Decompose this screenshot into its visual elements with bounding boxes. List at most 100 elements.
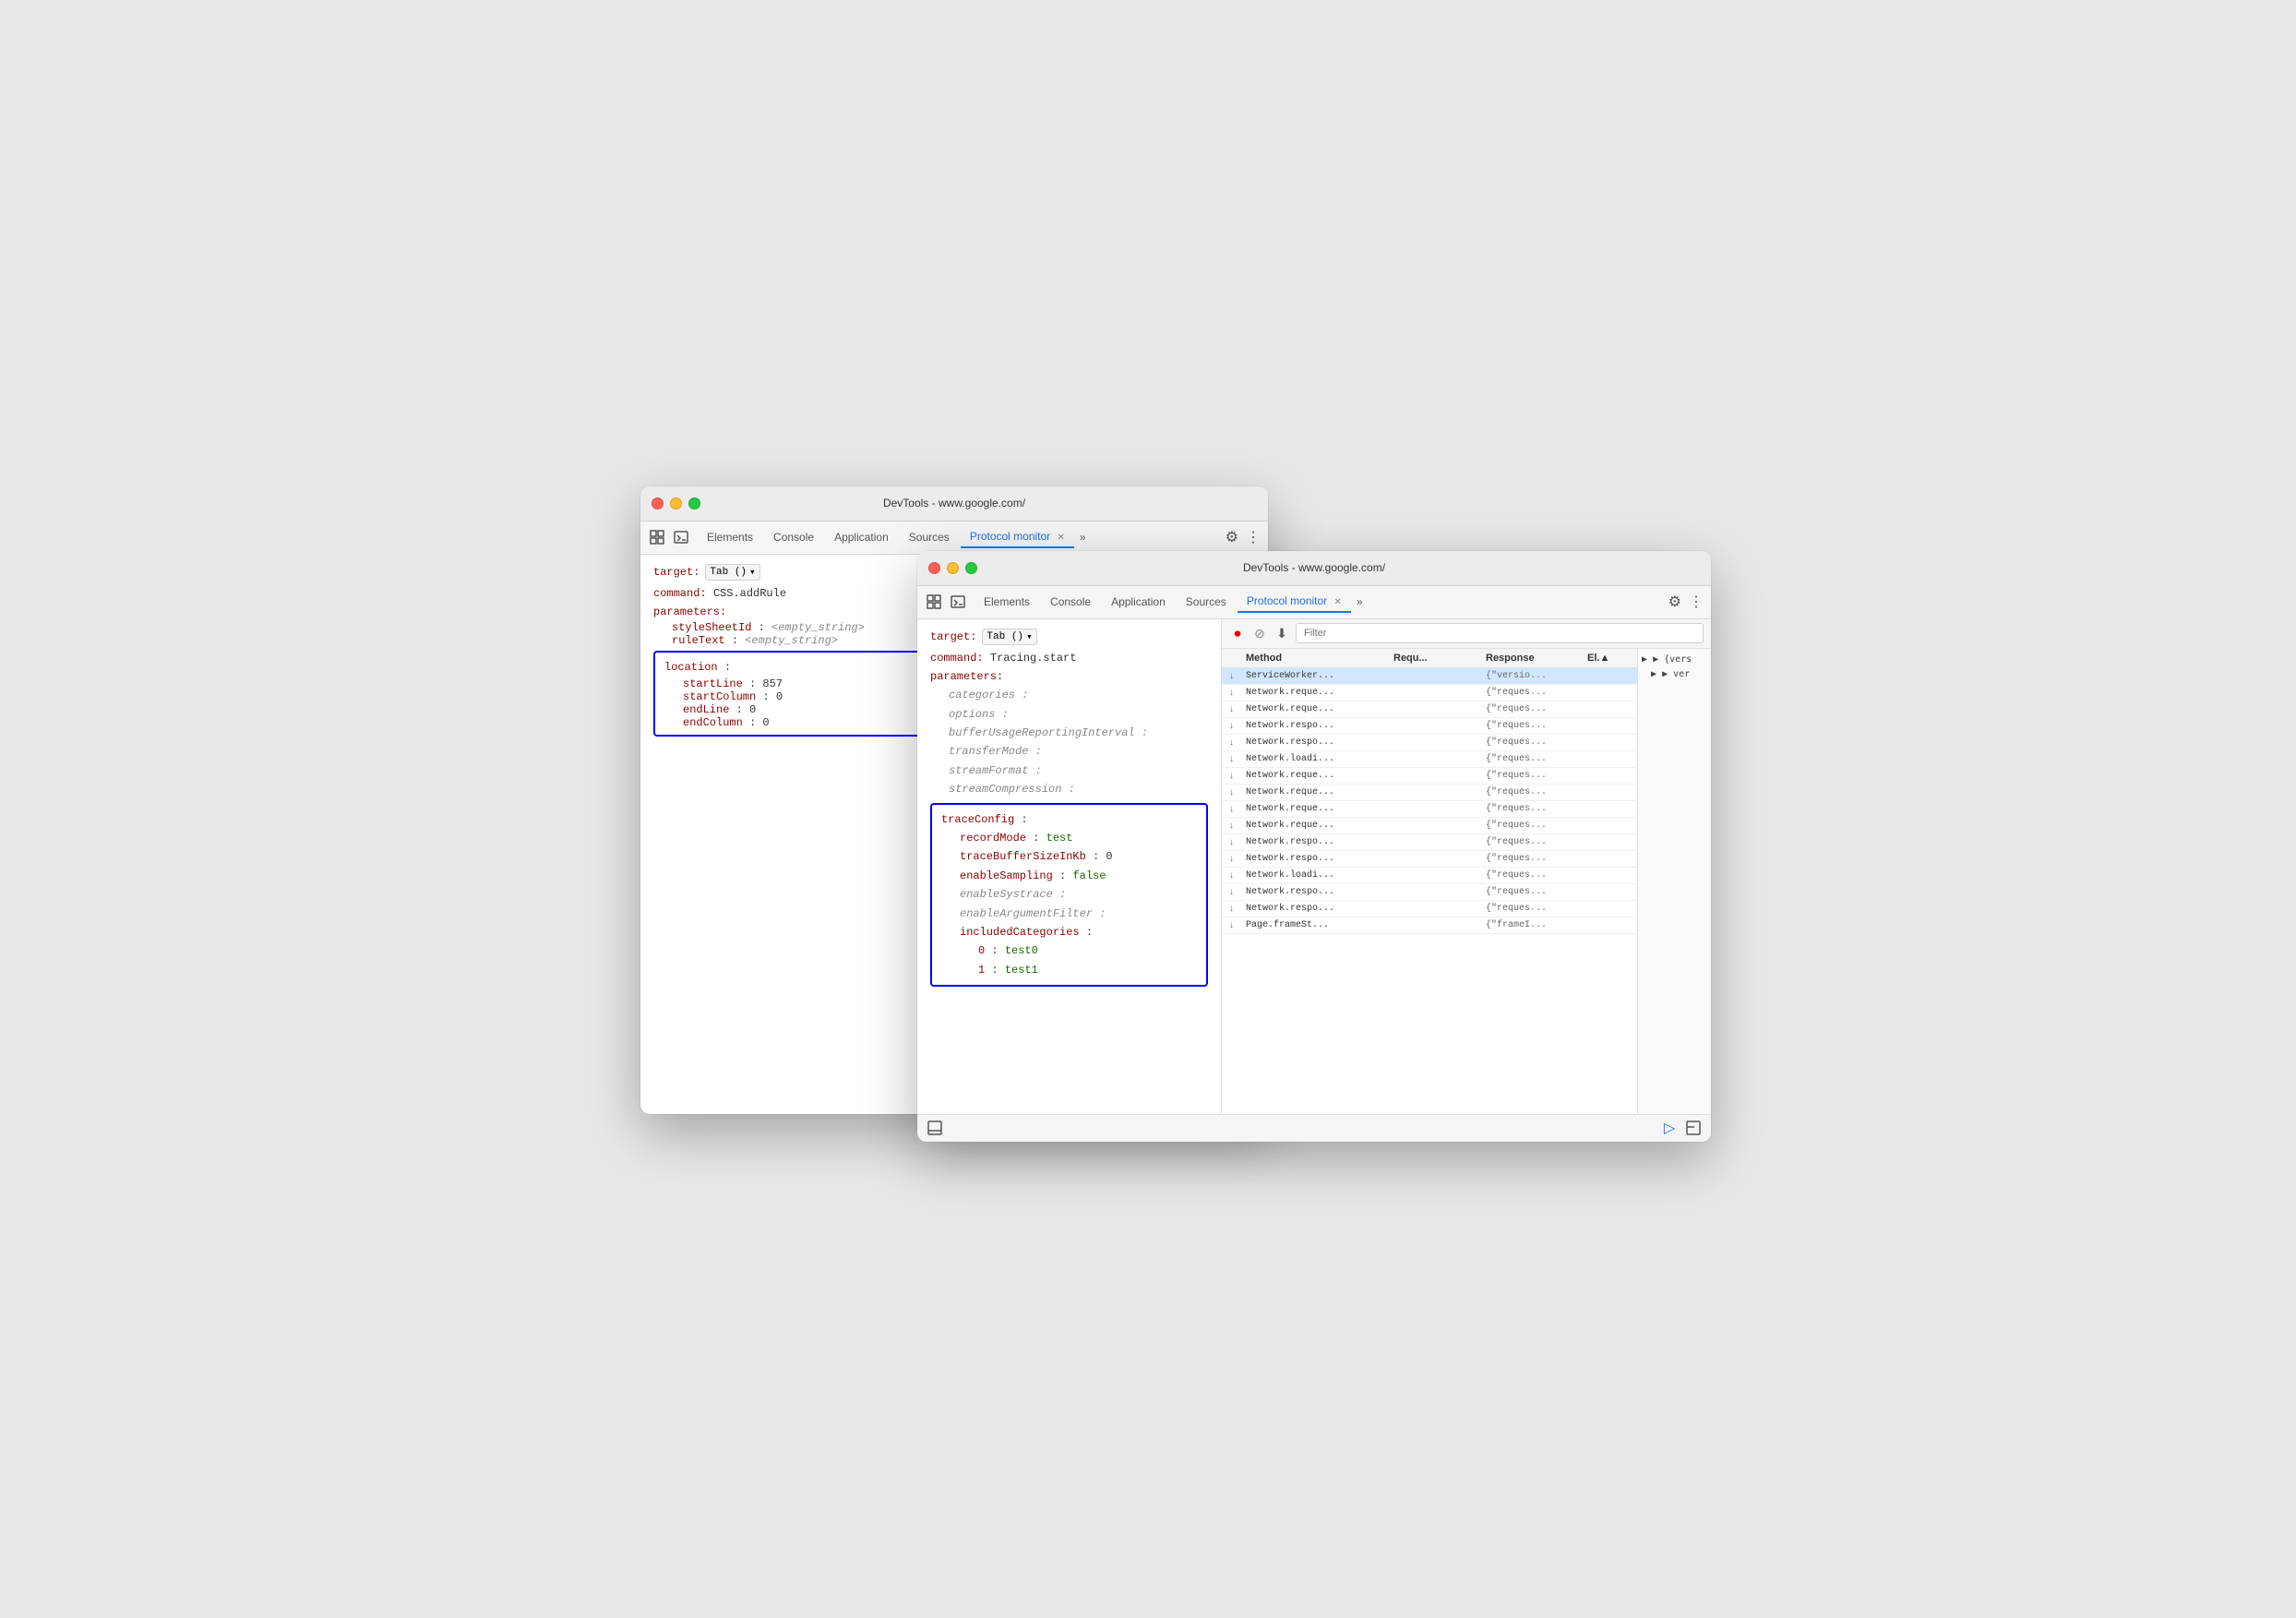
- download-button[interactable]: ⬇: [1274, 625, 1290, 641]
- tab-application-front[interactable]: Application: [1102, 592, 1175, 612]
- command-field-back: command: CSS.addRule: [653, 584, 940, 603]
- row-arrow-7: ↓: [1229, 787, 1246, 797]
- row-response-4: {"reques...: [1486, 737, 1587, 748]
- target-select-front[interactable]: Tab () ▾: [982, 629, 1036, 645]
- tab-sources-back[interactable]: Sources: [900, 527, 959, 547]
- col-response: Response: [1486, 653, 1587, 664]
- table-row-13[interactable]: ↓ Network.respo... {"reques...: [1222, 884, 1637, 901]
- table-row-6[interactable]: ↓ Network.reque... {"reques...: [1222, 768, 1637, 785]
- tab-close-back[interactable]: ✕: [1058, 533, 1065, 543]
- row-method-6: Network.reque...: [1246, 771, 1393, 781]
- trace-config-box: traceConfig : recordMode : test traceBuf…: [930, 803, 1208, 988]
- row-elapsed-0: [1587, 671, 1637, 681]
- json-expand-icon[interactable]: ▶: [1642, 654, 1647, 665]
- table-row-1[interactable]: ↓ Network.reque... {"reques...: [1222, 685, 1637, 701]
- enable-arg-filter: enableArgumentFilter :: [941, 905, 1197, 923]
- row-response-14: {"reques...: [1486, 904, 1587, 914]
- inspector-icon[interactable]: [1685, 1120, 1702, 1136]
- table-row-0[interactable]: ↓ ServiceWorker... {"versio...: [1222, 668, 1637, 685]
- protocol-panel-front: target: Tab () ▾ command: Tracing.start …: [917, 619, 1222, 1114]
- protocol-panel-back: target: Tab () ▾ command: CSS.addRule pa…: [640, 555, 954, 1114]
- table-row-2[interactable]: ↓ Network.reque... {"reques...: [1222, 701, 1637, 718]
- target-select-back[interactable]: Tab () ▾: [705, 564, 759, 581]
- window-title-front: DevTools - www.google.com/: [1243, 561, 1385, 574]
- row-elapsed-9: [1587, 821, 1637, 831]
- tab-console-front[interactable]: Console: [1041, 592, 1100, 612]
- json-preview-panel: ▶ ▶ {vers ▶ ▶ ver: [1637, 649, 1711, 1114]
- row-arrow-5: ↓: [1229, 754, 1246, 764]
- tab-more-front[interactable]: »: [1353, 593, 1367, 610]
- settings-more-icon-front[interactable]: ⋮: [1689, 593, 1704, 611]
- row-response-1: {"reques...: [1486, 688, 1587, 698]
- inspect-icon-back[interactable]: [648, 528, 666, 546]
- record-mode: recordMode : test: [941, 829, 1197, 847]
- row-request-15: [1393, 920, 1486, 930]
- table-row-4[interactable]: ↓ Network.respo... {"reques...: [1222, 735, 1637, 751]
- close-button-front[interactable]: [928, 562, 940, 574]
- row-method-13: Network.respo...: [1246, 887, 1393, 897]
- table-row-10[interactable]: ↓ Network.respo... {"reques...: [1222, 834, 1637, 851]
- row-request-11: [1393, 854, 1486, 864]
- table-row-14[interactable]: ↓ Network.respo... {"reques...: [1222, 901, 1637, 917]
- maximize-button-back[interactable]: [688, 497, 700, 509]
- table-row-5[interactable]: ↓ Network.loadi... {"reques...: [1222, 751, 1637, 768]
- filter-input[interactable]: [1296, 623, 1704, 643]
- table-row-15[interactable]: ↓ Page.frameSt... {"frameI...: [1222, 917, 1637, 934]
- settings-gear-icon-front[interactable]: ⚙: [1668, 593, 1681, 611]
- settings-gear-icon-back[interactable]: ⚙: [1226, 528, 1238, 546]
- tab-settings-front: ⚙ ⋮: [1668, 593, 1704, 611]
- row-request-9: [1393, 821, 1486, 831]
- row-request-1: [1393, 688, 1486, 698]
- table-row-9[interactable]: ↓ Network.reque... {"reques...: [1222, 818, 1637, 834]
- row-elapsed-7: [1587, 787, 1637, 797]
- tab-protocol-back[interactable]: Protocol monitor ✕: [961, 526, 1074, 548]
- target-row-front: target: Tab () ▾: [930, 629, 1208, 645]
- table-row-12[interactable]: ↓ Network.loadi... {"reques...: [1222, 868, 1637, 884]
- target-key-front: target:: [930, 630, 976, 643]
- table-row-7[interactable]: ↓ Network.reque... {"reques...: [1222, 785, 1637, 801]
- row-arrow-6: ↓: [1229, 771, 1246, 781]
- tab-elements-back[interactable]: Elements: [698, 527, 762, 547]
- request-table-scroll[interactable]: Method Requ... Response El.▲ » ↓ Service…: [1222, 649, 1637, 1114]
- tab-more-back[interactable]: »: [1076, 529, 1090, 545]
- row-arrow-14: ↓: [1229, 904, 1246, 914]
- param-buffer: bufferUsageReportingInterval :: [930, 724, 1208, 742]
- settings-more-icon-back[interactable]: ⋮: [1246, 528, 1261, 546]
- tab-console-back[interactable]: Console: [764, 527, 823, 547]
- clear-button[interactable]: ⊘: [1251, 625, 1268, 641]
- table-row-3[interactable]: ↓ Network.respo... {"reques...: [1222, 718, 1637, 735]
- request-panel: ⏺ ⊘ ⬇ Method Requ... Response E: [1222, 619, 1711, 1114]
- console-icon-back[interactable]: [672, 528, 690, 546]
- row-response-5: {"reques...: [1486, 754, 1587, 764]
- tab-protocol-front[interactable]: Protocol monitor ✕: [1238, 591, 1351, 613]
- param-stream-compression: streamCompression :: [930, 780, 1208, 798]
- row-arrow-3: ↓: [1229, 721, 1246, 731]
- row-elapsed-10: [1587, 837, 1637, 847]
- maximize-button-front[interactable]: [965, 562, 977, 574]
- inspect-icon-front[interactable]: [925, 593, 943, 611]
- record-button[interactable]: ⏺: [1229, 625, 1246, 641]
- row-method-15: Page.frameSt...: [1246, 920, 1393, 930]
- tab-close-front[interactable]: ✕: [1334, 597, 1342, 607]
- json-expand-icon-2[interactable]: ▶: [1651, 669, 1656, 679]
- minimize-button-front[interactable]: [947, 562, 959, 574]
- window-title-back: DevTools - www.google.com/: [883, 497, 1025, 509]
- table-row-11[interactable]: ↓ Network.respo... {"reques...: [1222, 851, 1637, 868]
- col-type: [1229, 653, 1246, 664]
- tab-sources-front[interactable]: Sources: [1177, 592, 1236, 612]
- send-button[interactable]: ▷: [1661, 1120, 1678, 1136]
- table-row-8[interactable]: ↓ Network.reque... {"reques...: [1222, 801, 1637, 818]
- tab-elements-front[interactable]: Elements: [975, 592, 1039, 612]
- tab-application-back[interactable]: Application: [825, 527, 898, 547]
- row-response-8: {"reques...: [1486, 804, 1587, 814]
- target-key-back: target:: [653, 566, 700, 579]
- row-arrow-11: ↓: [1229, 854, 1246, 864]
- row-request-4: [1393, 737, 1486, 748]
- row-method-14: Network.respo...: [1246, 904, 1393, 914]
- request-toolbar: ⏺ ⊘ ⬇: [1222, 619, 1711, 649]
- close-button-back[interactable]: [652, 497, 664, 509]
- dock-icon-front[interactable]: [927, 1120, 943, 1136]
- param-stream-format: streamFormat :: [930, 761, 1208, 780]
- minimize-button-back[interactable]: [670, 497, 682, 509]
- console-icon-front[interactable]: [949, 593, 967, 611]
